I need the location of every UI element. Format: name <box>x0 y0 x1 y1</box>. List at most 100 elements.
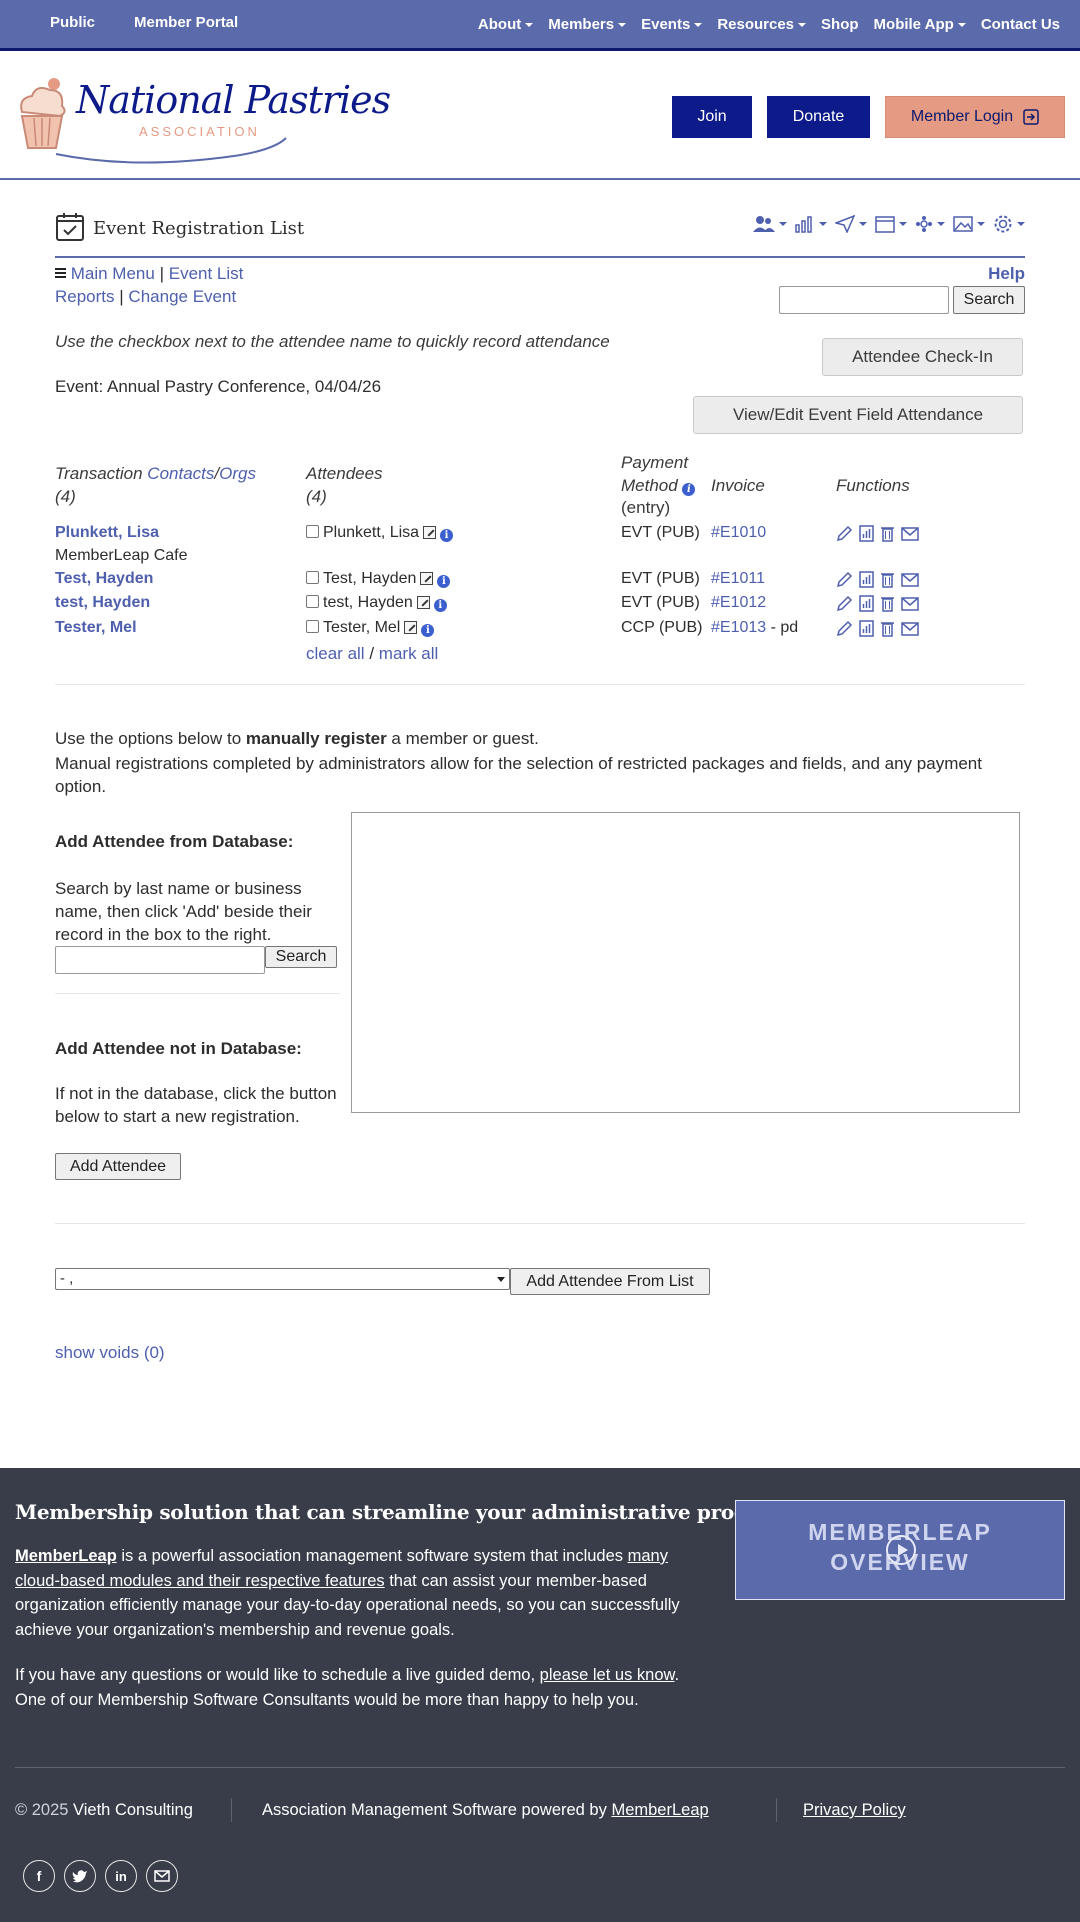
attendee-list-select[interactable]: - , <box>55 1268 510 1290</box>
memberleap-footer-link[interactable]: MemberLeap <box>611 1801 708 1819</box>
envelope-icon[interactable] <box>901 526 919 541</box>
nav-events[interactable]: Events <box>641 16 703 33</box>
hamburger-icon[interactable] <box>55 268 66 278</box>
org-name: MemberLeap Cafe <box>55 547 188 564</box>
invoice-link[interactable]: #E1010 <box>711 524 766 541</box>
nav-contact-us[interactable]: Contact Us <box>981 16 1060 33</box>
row-functions <box>836 525 919 542</box>
nav-shop[interactable]: Shop <box>821 16 859 33</box>
show-voids-link[interactable]: show voids (0) <box>55 1343 165 1363</box>
trash-icon[interactable] <box>880 595 895 612</box>
orgs-link[interactable]: Orgs <box>219 464 256 483</box>
memberleap-link[interactable]: MemberLeap <box>15 1547 117 1565</box>
view-edit-attendance-button[interactable]: View/Edit Event Field Attendance <box>693 396 1023 434</box>
footer: Membership solution that can streamline … <box>0 1468 1080 1922</box>
transaction-name-link[interactable]: Test, Hayden <box>55 570 153 588</box>
page-search-button[interactable]: Search <box>953 286 1025 314</box>
info-icon[interactable]: i <box>437 575 451 588</box>
edit-note-icon[interactable] <box>404 621 418 634</box>
pencil-icon[interactable] <box>836 571 853 588</box>
trash-icon[interactable] <box>880 525 895 542</box>
member-login-button[interactable]: Member Login <box>885 96 1065 138</box>
chevron-down-icon <box>618 23 627 28</box>
add-attendee-from-list-button[interactable]: Add Attendee From List <box>510 1268 710 1295</box>
attendance-checkbox[interactable] <box>306 571 319 584</box>
email-icon[interactable] <box>146 1860 178 1892</box>
invoice-link[interactable]: #E1013 <box>711 619 766 636</box>
main-menu-link[interactable]: Main Menu <box>71 264 155 283</box>
envelope-icon[interactable] <box>901 596 919 611</box>
pencil-icon[interactable] <box>836 525 853 542</box>
trash-icon[interactable] <box>880 571 895 588</box>
play-icon[interactable] <box>886 1535 916 1565</box>
nav-members[interactable]: Members <box>548 16 627 33</box>
calendar-icon[interactable] <box>875 214 907 234</box>
chevron-down-icon <box>497 1277 505 1282</box>
site-logo[interactable]: National Pastries ASSOCIATION <box>14 76 391 166</box>
nav-member-portal[interactable]: Member Portal <box>134 14 238 31</box>
report-icon[interactable] <box>859 525 874 542</box>
contact-link[interactable]: please let us know <box>540 1666 675 1684</box>
edit-note-icon[interactable] <box>420 572 434 585</box>
edit-note-icon[interactable] <box>416 596 430 609</box>
image-icon[interactable] <box>953 214 985 234</box>
nav-mobile-app[interactable]: Mobile App <box>874 16 966 33</box>
info-icon[interactable]: i <box>421 624 435 637</box>
invoice-link[interactable]: #E1012 <box>711 594 766 611</box>
report-icon[interactable] <box>859 620 874 637</box>
twitter-icon[interactable] <box>64 1860 96 1892</box>
invoice-link[interactable]: #E1011 <box>711 570 765 587</box>
pencil-icon[interactable] <box>836 595 853 612</box>
event-list-link[interactable]: Event List <box>169 264 244 283</box>
chart-icon[interactable] <box>795 214 827 234</box>
attendance-checkbox[interactable] <box>306 620 319 633</box>
edit-note-icon[interactable] <box>423 526 437 539</box>
gear-icon[interactable] <box>993 214 1025 234</box>
attendance-checkbox[interactable] <box>306 525 319 538</box>
invoice-cell: #E1012 <box>711 594 766 612</box>
overview-video[interactable]: MEMBERLEAP OVERVIEW <box>735 1500 1065 1600</box>
col-functions: Functions <box>836 476 910 495</box>
add-attendee-button[interactable]: Add Attendee <box>55 1153 181 1180</box>
send-icon[interactable] <box>835 214 867 234</box>
report-icon[interactable] <box>859 571 874 588</box>
page-search-input[interactable] <box>779 286 949 314</box>
contacts-link[interactable]: Contacts <box>147 464 214 483</box>
envelope-icon[interactable] <box>901 621 919 636</box>
facebook-icon[interactable]: f <box>23 1860 55 1892</box>
search-results-box[interactable] <box>351 812 1020 1113</box>
info-icon[interactable]: i <box>440 529 454 542</box>
change-event-link[interactable]: Change Event <box>128 287 236 306</box>
db-search-button[interactable]: Search <box>265 946 337 968</box>
people-icon[interactable] <box>753 214 787 234</box>
attendance-checkbox[interactable] <box>306 595 319 608</box>
db-search-input[interactable] <box>55 946 265 974</box>
nav-about[interactable]: About <box>478 16 534 33</box>
transaction-count: (4) <box>55 487 76 506</box>
pencil-icon[interactable] <box>836 620 853 637</box>
transaction-name-link[interactable]: Plunkett, Lisa <box>55 524 159 542</box>
linkedin-icon[interactable]: in <box>105 1860 137 1892</box>
mark-all-link[interactable]: mark all <box>379 644 439 663</box>
info-icon[interactable]: i <box>682 483 696 496</box>
envelope-icon[interactable] <box>901 572 919 587</box>
trash-icon[interactable] <box>880 620 895 637</box>
transaction-name-link[interactable]: test, Hayden <box>55 594 150 612</box>
modules-icon[interactable] <box>915 214 945 234</box>
info-icon[interactable]: i <box>433 599 447 612</box>
donate-button[interactable]: Donate <box>767 96 870 138</box>
report-icon[interactable] <box>859 595 874 612</box>
clear-all-link[interactable]: clear all <box>306 644 365 663</box>
privacy-policy-link[interactable]: Privacy Policy <box>803 1801 906 1820</box>
transaction-name-link[interactable]: Tester, Mel <box>55 619 137 637</box>
reports-link[interactable]: Reports <box>55 287 115 306</box>
page-title: Event Registration List <box>93 218 305 239</box>
help-link[interactable]: Help <box>988 264 1025 284</box>
row-functions <box>836 595 919 612</box>
breadcrumb: Main Menu | Event List <box>55 264 243 284</box>
join-button[interactable]: Join <box>672 96 752 138</box>
nav-public[interactable]: Public <box>50 14 95 31</box>
attendee-checkin-button[interactable]: Attendee Check-In <box>822 338 1023 376</box>
nav-resources[interactable]: Resources <box>717 16 807 33</box>
payment-method: CCP (PUB) <box>621 619 703 636</box>
